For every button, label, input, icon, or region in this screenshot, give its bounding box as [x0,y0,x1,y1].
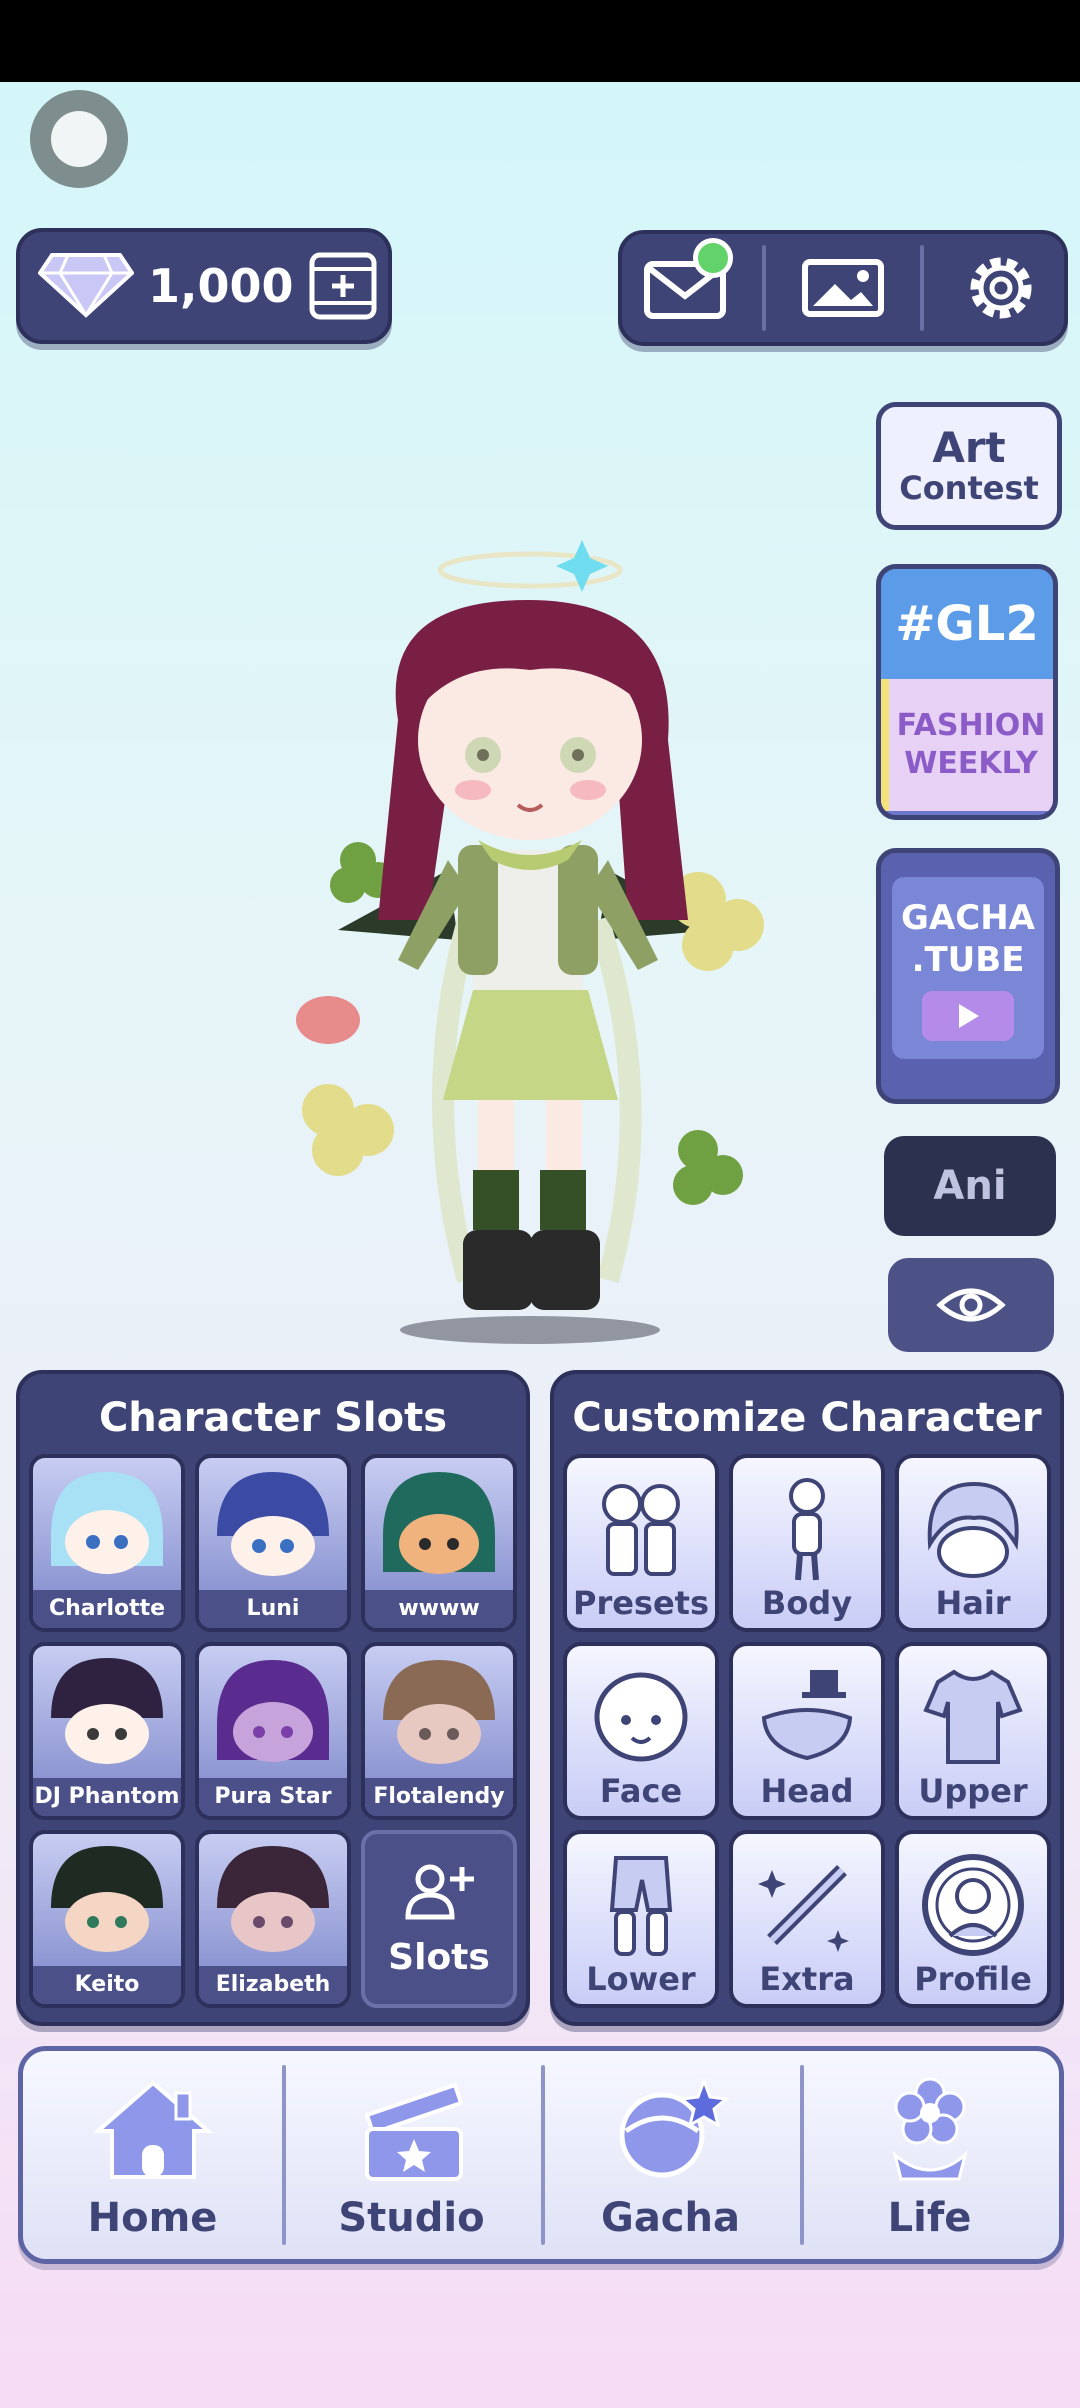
character-slots-panel: Character Slots Charlotte Luni wwww DJ P… [16,1370,530,2026]
gacha-icon [619,2076,730,2178]
character-slot-4[interactable]: DJ Phantom [29,1642,185,1820]
bottom-navigation: Home Studio Gacha Life [18,2046,1064,2264]
clapperboard-icon [363,2082,464,2181]
customize-body-button[interactable]: Body [729,1454,885,1632]
add-gems-icon[interactable] [308,251,378,321]
customize-character-title: Customize Character [572,1395,1042,1441]
gem-counter: 1,000 [16,228,392,344]
ani-button[interactable]: Ani [884,1136,1056,1236]
pants-icon [609,1856,673,1956]
shirt-icon [923,1669,1023,1764]
customize-head-label: Head [760,1772,854,1810]
character-slot-name: Elizabeth [199,1966,347,2004]
character-avatar [51,1658,163,1764]
nav-life[interactable]: Life [800,2051,1059,2259]
gl2-tag: #GL2 [881,569,1053,679]
mail-icon[interactable] [635,238,735,328]
character-slot-6[interactable]: Flotalendy [361,1642,517,1820]
add-slots-label: Slots [388,1936,490,1978]
character-slot-8[interactable]: Elizabeth [195,1830,351,2008]
customize-presets-label: Presets [572,1584,710,1622]
customize-character-panel: Customize Character Presets Body Hair Fa… [550,1370,1064,2026]
character-avatar [217,1660,329,1762]
gallery-icon[interactable] [793,248,893,328]
character-avatar [383,1472,495,1574]
nav-studio[interactable]: Studio [282,2051,541,2259]
character-slots-title: Character Slots [98,1395,448,1441]
diamond-icon [37,249,135,323]
character-slot-3[interactable]: wwww [361,1454,517,1632]
character-slot-5[interactable]: Pura Star [195,1642,351,1820]
face-icon [594,1672,688,1762]
character-preview[interactable] [268,540,808,1360]
customize-body-label: Body [761,1584,853,1622]
house-icon [92,2080,213,2179]
character-slot-name: Flotalendy [365,1778,513,1816]
character-slot-7[interactable]: Keito [29,1830,185,2008]
profile-icon [922,1854,1024,1956]
add-user-icon [404,1861,474,1925]
character-slot-name: Keito [33,1966,181,2004]
nav-studio-label: Studio [338,2195,485,2241]
nav-life-label: Life [887,2195,972,2241]
flower-icon [891,2077,968,2181]
character-slot-name: Pura Star [199,1778,347,1816]
gl2-fashion-weekly-button[interactable]: #GL2 FASHION WEEKLY [876,564,1058,820]
gacha-tube-button[interactable]: GACHA .TUBE [876,848,1060,1104]
customize-upper-button[interactable]: Upper [895,1642,1051,1820]
gacha-tube-line2: .TUBE [911,940,1025,980]
character-avatar [383,1660,495,1764]
notification-dot [693,238,734,278]
art-contest-button[interactable]: Art Contest [876,402,1062,530]
character-avatar [51,1846,163,1952]
character-avatar [217,1846,329,1952]
gem-count: 1,000 [148,259,294,313]
gl2-line1: FASHION [896,708,1046,743]
mask-icon [761,1670,853,1761]
gear-icon[interactable] [951,248,1051,328]
nav-home-label: Home [87,2195,218,2241]
customize-lower-button[interactable]: Lower [563,1830,719,2008]
menu-circle-button[interactable] [30,90,128,188]
character-avatar [217,1472,329,1576]
character-slot-name: wwww [365,1590,513,1628]
nav-gacha[interactable]: Gacha [541,2051,800,2259]
character-slot-name: Luni [199,1590,347,1628]
sword-icon [758,1865,849,1952]
customize-lower-label: Lower [586,1960,696,1998]
customize-head-button[interactable]: Head [729,1642,885,1820]
eye-icon[interactable] [888,1258,1054,1352]
body-icon [789,1478,825,1581]
art-contest-line1: Art [932,423,1006,472]
add-slots-button[interactable]: Slots [361,1830,517,2008]
play-icon [922,991,1014,1041]
hair-icon [927,1481,1019,1578]
presets-icon [602,1484,680,1576]
customize-profile-button[interactable]: Profile [895,1830,1051,2008]
character-slot-2[interactable]: Luni [195,1454,351,1632]
customize-extra-button[interactable]: Extra [729,1830,885,2008]
nav-gacha-label: Gacha [600,2195,740,2241]
gl2-line2: WEEKLY [904,746,1038,781]
customize-face-label: Face [599,1772,683,1810]
customize-upper-label: Upper [918,1772,1028,1810]
character-slot-name: Charlotte [33,1590,181,1628]
character-slot-name: DJ Phantom [33,1778,181,1816]
character-slot-1[interactable]: Charlotte [29,1454,185,1632]
character-avatar [51,1472,163,1574]
customize-hair-button[interactable]: Hair [895,1454,1051,1632]
status-bar [0,0,1080,82]
nav-home[interactable]: Home [23,2051,282,2259]
customize-extra-label: Extra [759,1960,855,1998]
customize-presets-button[interactable]: Presets [563,1454,719,1632]
customize-profile-label: Profile [914,1960,1032,1998]
customize-hair-label: Hair [935,1584,1011,1622]
gacha-tube-line1: GACHA [901,898,1035,938]
top-toolbar [618,230,1068,346]
customize-face-button[interactable]: Face [563,1642,719,1820]
art-contest-line2: Contest [899,469,1039,507]
